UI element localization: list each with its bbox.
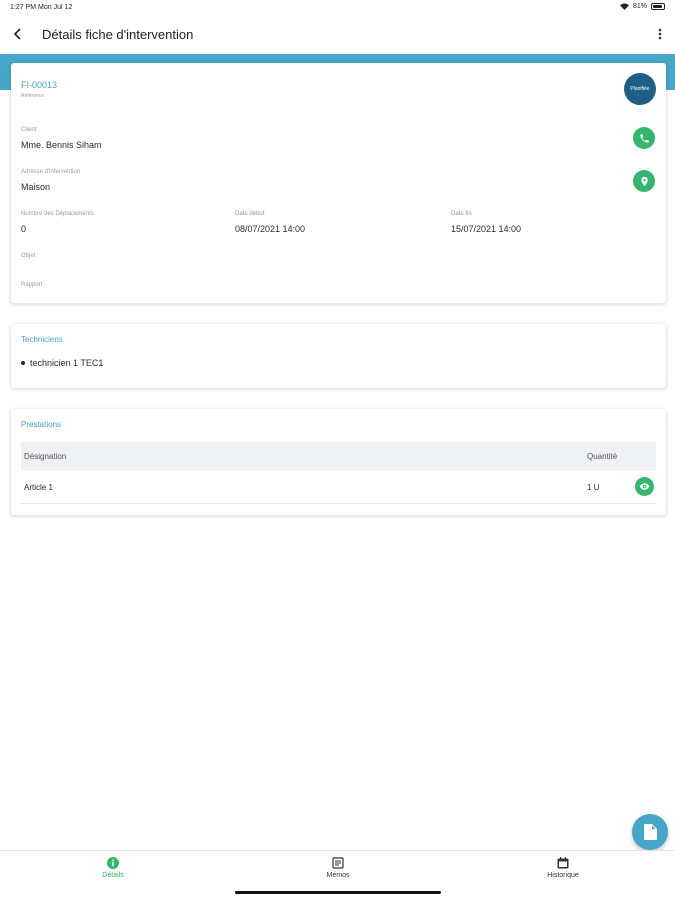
object-label: Objet: [21, 253, 36, 259]
intervention-card: FI-00013 Référence Planifiée Client Mme.…: [11, 63, 666, 303]
address-label: Adresse d'intervention: [21, 169, 81, 175]
eye-icon: [639, 483, 650, 490]
tab-details[interactable]: Détails: [53, 857, 173, 879]
document-fab-button[interactable]: [632, 814, 668, 850]
intervention-ref: FI-00013: [21, 80, 58, 90]
start-date-label: Date début: [235, 211, 265, 217]
end-date-value: 15/07/2021 14:00: [451, 224, 522, 234]
tab-details-label: Détails: [102, 872, 124, 879]
document-icon: [644, 824, 657, 840]
status-right: 81%: [619, 3, 665, 10]
column-quantity: Quantité: [587, 452, 618, 461]
intervention-ref-label: Référence: [21, 93, 45, 99]
status-time: 1:27 PM Mon Jul 12: [10, 4, 73, 11]
battery-icon: [651, 3, 665, 10]
tab-history[interactable]: Historique: [503, 857, 623, 879]
technician-name: technicien 1 TEC1: [30, 358, 104, 368]
table-header: Désignation Quantité: [21, 442, 656, 471]
table-row[interactable]: Article 1 1 U: [21, 471, 656, 504]
row-designation: Article 1: [24, 483, 53, 492]
client-value: Mme. Bennis Siham: [21, 140, 102, 150]
page-title: Détails fiche d'intervention: [42, 27, 194, 42]
report-label: Rapport: [21, 282, 43, 288]
end-date-label: Date fin: [451, 211, 472, 217]
phone-icon: [639, 133, 649, 143]
services-title: Prestations: [21, 420, 62, 429]
call-button[interactable]: [633, 127, 655, 149]
technicians-card: Techniciens technicien 1 TEC1: [11, 324, 666, 388]
tab-history-label: Historique: [547, 872, 579, 879]
history-icon: [557, 857, 569, 869]
trips-label: Nombre des Déplacements: [21, 211, 94, 217]
info-icon: [107, 857, 119, 869]
location-pin-icon: [640, 176, 648, 186]
tab-memos[interactable]: Mémos: [278, 857, 398, 879]
status-bar: 1:27 PM Mon Jul 12 81%: [0, 0, 675, 16]
app-bar: Détails fiche d'intervention: [0, 16, 675, 54]
column-designation: Désignation: [24, 452, 67, 461]
battery-percent: 81%: [632, 3, 647, 10]
bullet-icon: [21, 361, 25, 365]
view-button[interactable]: [635, 477, 654, 496]
back-arrow-icon[interactable]: [10, 26, 26, 42]
services-card: Prestations Désignation Quantité Article…: [11, 409, 666, 515]
technicians-title: Techniciens: [21, 335, 63, 344]
location-button[interactable]: [633, 170, 655, 192]
memo-icon: [332, 857, 344, 869]
tab-memos-label: Mémos: [326, 872, 350, 879]
client-label: Client: [21, 127, 37, 133]
start-date-value: 08/07/2021 14:00: [235, 224, 306, 234]
trips-value: 0: [21, 224, 27, 234]
wifi-icon: [619, 3, 629, 10]
status-badge: Planifiée: [624, 73, 656, 105]
address-value: Maison: [21, 182, 51, 192]
row-quantity: 1 U: [587, 483, 600, 492]
more-vert-icon[interactable]: [657, 26, 663, 42]
home-indicator: [235, 891, 441, 894]
list-item: technicien 1 TEC1: [21, 358, 103, 368]
